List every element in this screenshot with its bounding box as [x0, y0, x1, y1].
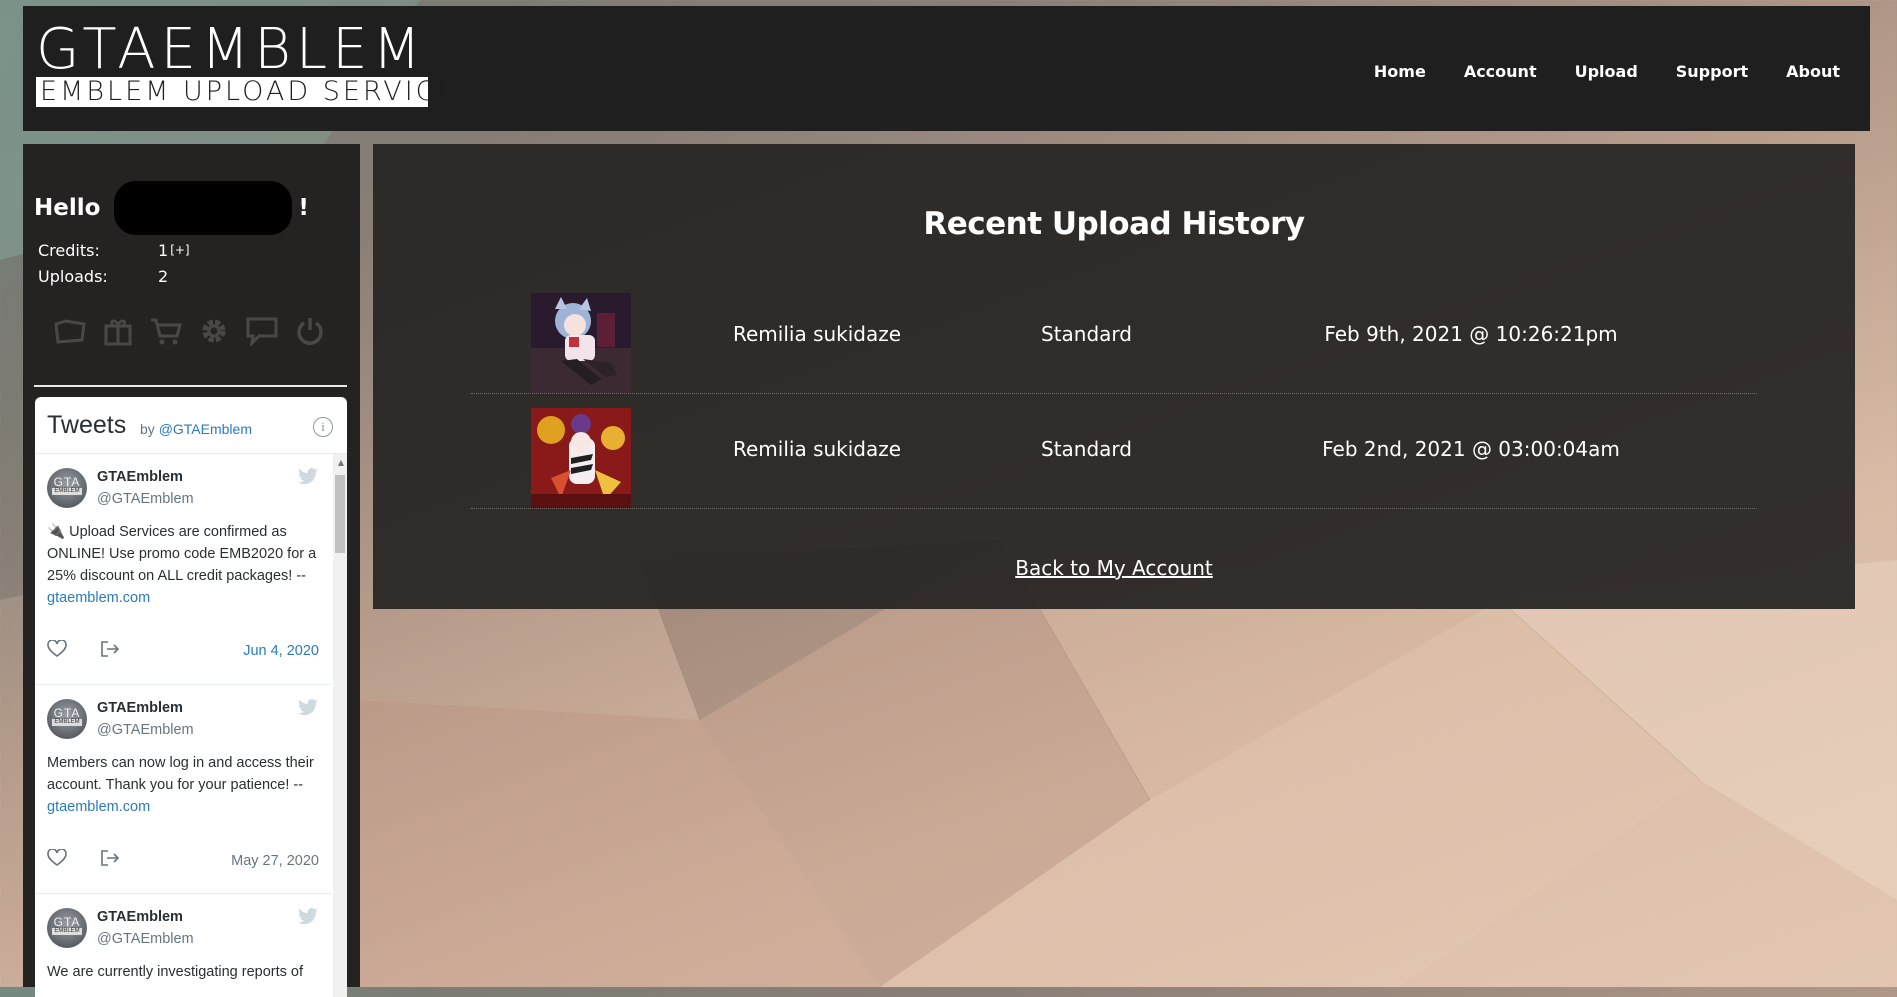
tweet-link[interactable]: gtaemblem.com	[47, 590, 150, 606]
tweet-actions	[47, 848, 121, 872]
uploads-value: 2	[158, 266, 169, 286]
greeting-prefix: Hello	[34, 195, 101, 221]
nav-home[interactable]: Home	[1374, 62, 1426, 81]
account-actions	[53, 314, 327, 348]
upload-row: Remilia sukidaze Standard Feb 2nd, 2021 …	[471, 394, 1757, 509]
logo-title: GTAEMBLEM	[36, 17, 426, 82]
heart-icon[interactable]	[47, 848, 67, 872]
twitter-by-label: by	[140, 421, 155, 437]
tweet-author[interactable]: GTAEmblem	[97, 700, 183, 716]
tweet-handle[interactable]: @GTAEmblem	[97, 491, 194, 507]
twitter-timeline: Tweets by @GTAEmblem i GTA EMBLEM GTAEmbl…	[35, 397, 347, 997]
tweet-item: GTA EMBLEM GTAEmblem @GTAEmblem Members c…	[35, 685, 331, 894]
tweet-handle[interactable]: @GTAEmblem	[97, 722, 194, 738]
twitter-bird-icon[interactable]	[297, 468, 319, 491]
tweet-item: GTA EMBLEM GTAEmblem @GTAEmblem We are cu…	[35, 894, 331, 997]
greeting: Hello !	[34, 181, 309, 235]
tweet-text: 🔌 Upload Services are confirmed as ONLIN…	[47, 521, 323, 609]
upload-date: Feb 2nd, 2021 @ 03:00:04am	[1322, 437, 1620, 461]
power-icon[interactable]	[293, 314, 327, 348]
upload-name: Remilia sukidaze	[733, 322, 902, 346]
upload-name: Remilia sukidaze	[733, 437, 902, 461]
tweet-actions	[47, 639, 121, 663]
account-sidebar: Hello ! Credits: 1 [+] Uploads: 2 Tweets…	[23, 144, 360, 997]
credits-value: 1	[158, 240, 169, 260]
gear-icon[interactable]	[197, 314, 231, 348]
avatar[interactable]: GTA EMBLEM	[47, 468, 87, 508]
upload-date: Feb 9th, 2021 @ 10:26:21pm	[1324, 322, 1618, 346]
site-header: GTAEMBLEM EMBLEM UPLOAD SERVICE Home Acc…	[23, 6, 1870, 131]
avatar[interactable]: GTA EMBLEM	[47, 908, 87, 948]
account-stats: Credits: 1 [+] Uploads: 2	[38, 237, 190, 289]
main-nav: Home Account Upload Support About	[1374, 62, 1840, 81]
add-credits-link[interactable]: [+]	[170, 243, 189, 257]
credits-row: Credits: 1 [+]	[38, 237, 190, 263]
twitter-bird-icon[interactable]	[297, 908, 319, 931]
logo-subtitle: EMBLEM UPLOAD SERVICE	[36, 77, 455, 107]
chat-icon[interactable]	[245, 314, 279, 348]
page-title: Recent Upload History	[923, 206, 1305, 242]
info-icon[interactable]: i	[313, 417, 333, 437]
tweet-author[interactable]: GTAEmblem	[97, 469, 183, 485]
site-logo[interactable]: GTAEMBLEM EMBLEM UPLOAD SERVICE	[36, 17, 455, 107]
tweet-text: We are currently investigating reports o…	[47, 961, 323, 983]
tweet-body: Upload Services are confirmed as ONLINE!…	[47, 524, 317, 584]
redacted-username	[114, 181, 293, 235]
upload-row: Remilia sukidaze Standard Feb 9th, 2021 …	[471, 279, 1757, 394]
avatar[interactable]: GTA EMBLEM	[47, 699, 87, 739]
tweet-date[interactable]: May 27, 2020	[231, 853, 319, 869]
emblem-thumbnail[interactable]	[531, 408, 631, 508]
twitter-title: Tweets	[47, 411, 127, 439]
share-icon[interactable]	[99, 640, 121, 663]
scroll-up-icon[interactable]: ▲	[338, 458, 344, 467]
nav-account[interactable]: Account	[1464, 62, 1537, 81]
tweet-item: GTA EMBLEM GTAEmblem @GTAEmblem 🔌 Upload …	[35, 454, 331, 685]
twitter-header: Tweets by @GTAEmblem i	[35, 397, 347, 454]
twitter-bird-icon[interactable]	[297, 699, 319, 722]
greeting-suffix: !	[298, 195, 309, 221]
back-link-container: Back to My Account	[373, 556, 1855, 580]
sidebar-divider	[34, 385, 347, 387]
twitter-by: by @GTAEmblem	[140, 421, 252, 437]
share-icon[interactable]	[99, 849, 121, 872]
twitter-scroll-thumb[interactable]	[335, 475, 345, 553]
nav-upload[interactable]: Upload	[1575, 62, 1638, 81]
tweet-author[interactable]: GTAEmblem	[97, 909, 183, 925]
uploads-row: Uploads: 2	[38, 263, 190, 289]
tweet-link[interactable]: gtaemblem.com	[47, 799, 150, 815]
heart-icon[interactable]	[47, 639, 67, 663]
credits-label: Credits:	[38, 240, 100, 260]
back-to-account-link[interactable]: Back to My Account	[1015, 556, 1213, 580]
nav-about[interactable]: About	[1786, 62, 1840, 81]
uploads-label: Uploads:	[38, 266, 108, 286]
tweet-body: Members can now log in and access their …	[47, 755, 314, 793]
gift-icon[interactable]	[101, 314, 135, 348]
upload-type: Standard	[1041, 322, 1132, 346]
tweet-date[interactable]: Jun 4, 2020	[243, 643, 319, 659]
emblem-thumbnail[interactable]	[531, 293, 631, 393]
tweet-body: We are currently investigating reports o…	[47, 964, 304, 980]
upload-type: Standard	[1041, 437, 1132, 461]
tweet-text: Members can now log in and access their …	[47, 752, 323, 818]
cart-icon[interactable]	[149, 314, 183, 348]
twitter-handle-link[interactable]: @GTAEmblem	[159, 421, 252, 437]
plug-emoji: 🔌	[47, 524, 66, 540]
upload-history-panel: Recent Upload History Remilia sukidaze S…	[373, 144, 1855, 609]
folder-icon[interactable]	[53, 314, 87, 348]
tweet-handle[interactable]: @GTAEmblem	[97, 931, 194, 947]
nav-support[interactable]: Support	[1676, 62, 1748, 81]
